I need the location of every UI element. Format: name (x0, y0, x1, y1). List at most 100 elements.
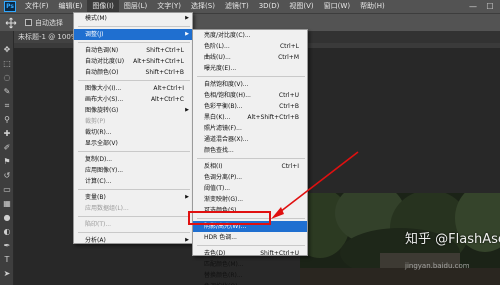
menu-item-shortcut: Alt+Shift+Ctrl+B (247, 114, 299, 121)
menu-item-label: 替换颜色(R)... (204, 272, 243, 279)
submenu-arrow-icon: ▶ (185, 107, 189, 113)
clone-stamp-tool-icon[interactable]: ⚑ (2, 157, 12, 167)
marquee-tool-icon[interactable]: ⬚ (2, 59, 12, 69)
move-tool-icon[interactable]: ✥ (2, 45, 12, 55)
menu-item-自动颜色[interactable]: 自动颜色(O) Shift+Ctrl+B (74, 67, 192, 78)
path-select-tool-icon[interactable]: ➤ (2, 269, 12, 279)
menu-item-分析[interactable]: 分析(A) ▶ (74, 235, 192, 246)
gradient-tool-icon[interactable]: ▦ (2, 199, 12, 209)
menu-item-裁剪: 裁剪(P) (74, 116, 192, 127)
menu-help[interactable]: 帮助(H) (355, 0, 390, 13)
menu-item-label: 图像旋转(G) (85, 107, 119, 114)
menu-item-变量[interactable]: 变量(B) ▶ (74, 192, 192, 203)
maximize-button[interactable]: ☐ (483, 0, 497, 13)
submenu-arrow-icon: ▶ (185, 15, 189, 21)
quick-select-tool-icon[interactable]: ✎ (2, 87, 12, 97)
brush-tool-icon[interactable]: ✐ (2, 143, 12, 153)
menu-separator (78, 42, 190, 43)
menu-item-label: 应用图像(Y)... (85, 167, 124, 174)
menu-item-shortcut: Alt+Ctrl+I (153, 85, 184, 92)
menu-item-去色[interactable]: 去色(D) Shift+Ctrl+U (193, 248, 307, 259)
lasso-tool-icon[interactable]: ◌ (2, 73, 12, 83)
menu-item-渐变映射[interactable]: 渐变映射(G)... (193, 194, 307, 205)
menu-separator (197, 245, 305, 246)
blur-tool-icon[interactable]: ● (2, 213, 12, 223)
menu-item-label: 颜色查找... (204, 147, 234, 154)
menu-item-label: 色调分离(P)... (204, 174, 243, 181)
menu-item-反相[interactable]: 反相(I) Ctrl+I (193, 161, 307, 172)
menu-item-色阶[interactable]: 色阶(L)... Ctrl+L (193, 41, 307, 52)
menu-filter[interactable]: 滤镜(T) (220, 0, 254, 13)
menu-item-照片滤镜[interactable]: 照片滤镜(F)... (193, 123, 307, 134)
eyedropper-tool-icon[interactable]: ⚲ (2, 115, 12, 125)
history-brush-tool-icon[interactable]: ↺ (2, 171, 12, 181)
menu-item-label: 调整(J) (85, 31, 104, 38)
menu-separator (197, 158, 305, 159)
menu-window[interactable]: 窗口(W) (319, 0, 355, 13)
dodge-tool-icon[interactable]: ◐ (2, 227, 12, 237)
menu-item-label: 阈值(T)... (204, 185, 231, 192)
menu-item-图像旋转[interactable]: 图像旋转(G) ▶ (74, 105, 192, 116)
menu-item-自动色调[interactable]: 自动色调(N) Shift+Ctrl+L (74, 45, 192, 56)
menu-item-模式[interactable]: 模式(M) ▶ (74, 13, 192, 24)
menu-item-shortcut: Ctrl+U (278, 92, 299, 99)
menu-item-shortcut: Alt+Shift+Ctrl+L (133, 58, 184, 65)
menu-item-label: 反相(I) (204, 163, 223, 170)
menu-item-色彩平衡[interactable]: 色彩平衡(B)... Ctrl+B (193, 101, 307, 112)
menu-item-label: 分析(A) (85, 237, 106, 244)
menu-item-计算[interactable]: 计算(C)... (74, 176, 192, 187)
menu-item-label: 裁切(R)... (85, 129, 112, 136)
menu-3d[interactable]: 3D(D) (254, 0, 285, 13)
menu-item-色调分离[interactable]: 色调分离(P)... (193, 172, 307, 183)
minimize-button[interactable]: — (466, 0, 480, 13)
menu-item-裁切[interactable]: 裁切(R)... (74, 127, 192, 138)
menu-item-复制[interactable]: 复制(D)... (74, 154, 192, 165)
pen-tool-icon[interactable]: ✒ (2, 241, 12, 251)
menu-item-替换颜色[interactable]: 替换颜色(R)... (193, 270, 307, 281)
menu-item-显示全部[interactable]: 显示全部(V) (74, 138, 192, 149)
menu-separator (197, 76, 305, 77)
menu-item-画布大小[interactable]: 画布大小(S)... Alt+Ctrl+C (74, 94, 192, 105)
menu-item-黑白[interactable]: 黑白(K)... Alt+Shift+Ctrl+B (193, 112, 307, 123)
menu-item-阈值[interactable]: 阈值(T)... (193, 183, 307, 194)
menu-item-调整[interactable]: 调整(J) ▶ (74, 29, 192, 40)
image-menu: 模式(M) ▶ 调整(J) ▶ 自动色调(N) Shift+Ctrl+L 自动对比度(U) A… (73, 12, 193, 244)
watermark-url: jingyan.baidu.com (405, 262, 470, 270)
menu-file[interactable]: 文件(F) (20, 0, 54, 13)
eraser-tool-icon[interactable]: ▭ (2, 185, 12, 195)
menu-item-hdr-色调[interactable]: HDR 色调... (193, 232, 307, 243)
menu-separator (78, 216, 190, 217)
menu-item-label: 模式(M) (85, 15, 107, 22)
menu-item-通道混合器[interactable]: 通道混合器(X)... (193, 134, 307, 145)
menu-item-曝光度[interactable]: 曝光度(E)... (193, 63, 307, 74)
menu-item-label: 变量(B) (85, 194, 106, 201)
crop-tool-icon[interactable]: ⌗ (2, 101, 12, 111)
move-tool-preset-icon[interactable] (3, 16, 19, 30)
menu-item-label: 通道混合器(X)... (204, 136, 249, 143)
menu-item-shortcut: Shift+Ctrl+B (145, 69, 184, 76)
menu-item-label: 裁剪(P) (85, 118, 106, 125)
menu-item-label: 计算(C)... (85, 178, 112, 185)
auto-select-checkbox[interactable] (25, 19, 32, 26)
menu-item-亮度-对比度[interactable]: 亮度/对比度(C)... (193, 30, 307, 41)
menu-item-label: 自动色调(N) (85, 47, 119, 54)
menu-item-自然饱和度[interactable]: 自然饱和度(V)... (193, 79, 307, 90)
menu-separator (78, 26, 190, 27)
menu-item-图像大小[interactable]: 图像大小(I)... Alt+Ctrl+I (74, 83, 192, 94)
menu-item-应用图像[interactable]: 应用图像(Y)... (74, 165, 192, 176)
menu-item-匹配颜色[interactable]: 匹配颜色(M)... (193, 259, 307, 270)
menu-view[interactable]: 视图(V) (284, 0, 318, 13)
menu-item-曲线[interactable]: 曲线(U)... Ctrl+M (193, 52, 307, 63)
menu-item-label: 黑白(K)... (204, 114, 231, 121)
menu-item-色调均化[interactable]: 色调均化(Q) (193, 281, 307, 285)
menu-item-label: 去色(D) (204, 250, 226, 257)
type-tool-icon[interactable]: T (2, 255, 12, 265)
menu-item-label: 匹配颜色(M)... (204, 261, 244, 268)
healing-brush-tool-icon[interactable]: ✚ (2, 129, 12, 139)
menu-item-label: 渐变映射(G)... (204, 196, 244, 203)
menu-item-自动对比度[interactable]: 自动对比度(U) Alt+Shift+Ctrl+L (74, 56, 192, 67)
menu-item-颜色查找[interactable]: 颜色查找... (193, 145, 307, 156)
menu-item-色相-饱和度[interactable]: 色相/饱和度(H)... Ctrl+U (193, 90, 307, 101)
menu-item-label: 亮度/对比度(C)... (204, 32, 251, 39)
menu-item-陷印: 陷印(T)... (74, 219, 192, 230)
